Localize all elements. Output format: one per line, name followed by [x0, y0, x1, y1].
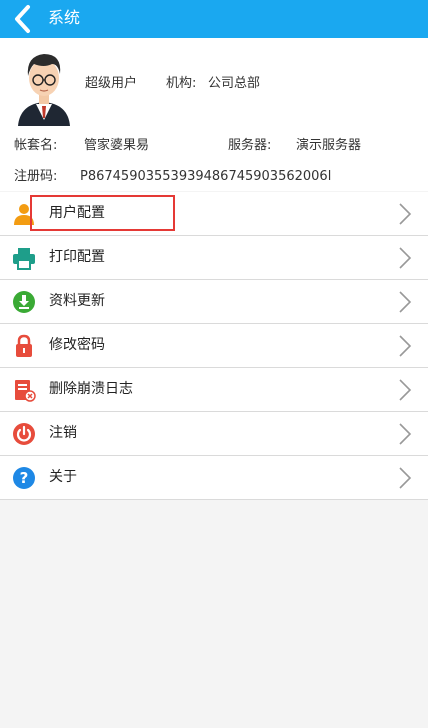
chevron-right-icon	[399, 379, 412, 401]
menu-item-print-config[interactable]: 打印配置	[0, 236, 428, 280]
menu-item-label: 关于	[49, 469, 77, 485]
highlight-box	[30, 195, 175, 231]
org-label: 机构:	[166, 76, 197, 91]
profile-card: 超级用户 机构: 公司总部 帐套名: 管家婆果易 服务器: 演示服务器 注册码:…	[0, 38, 428, 191]
menu-item-label: 资料更新	[49, 293, 105, 309]
menu-item-label: 注销	[49, 425, 77, 441]
chevron-right-icon	[399, 467, 412, 489]
menu-item-data-update[interactable]: 资料更新	[0, 280, 428, 324]
page-title: 系统	[48, 8, 81, 27]
menu-item-user-config[interactable]: 用户配置	[0, 192, 428, 236]
download-icon	[13, 291, 35, 313]
org-value: 公司总部	[208, 76, 261, 91]
account-label: 帐套名:	[14, 138, 58, 153]
printer-icon	[13, 248, 35, 270]
chevron-right-icon	[399, 423, 412, 445]
menu-item-delete-crash-log[interactable]: 删除崩溃日志	[0, 368, 428, 412]
menu-item-logout[interactable]: 注销	[0, 412, 428, 456]
delete-log-icon	[15, 380, 36, 402]
menu-item-label: 删除崩溃日志	[49, 381, 133, 397]
power-icon	[13, 423, 35, 445]
chevron-right-icon	[399, 291, 412, 313]
user-role: 超级用户	[85, 76, 138, 91]
server-value: 演示服务器	[296, 138, 362, 153]
menu-item-label: 打印配置	[49, 249, 105, 265]
chevron-right-icon	[399, 203, 412, 225]
lock-icon	[16, 334, 32, 357]
menu-item-change-password[interactable]: 修改密码	[0, 324, 428, 368]
reg-label: 注册码:	[14, 169, 58, 184]
avatar	[18, 54, 70, 126]
menu-item-about[interactable]: ? 关于	[0, 456, 428, 500]
back-arrow-icon[interactable]	[8, 4, 38, 34]
account-value: 管家婆果易	[84, 138, 150, 153]
help-icon: ?	[13, 467, 35, 489]
server-label: 服务器:	[228, 138, 272, 153]
reg-value: P86745903553939486745903562006l	[80, 169, 332, 184]
top-app-bar: 系统	[0, 0, 428, 38]
chevron-right-icon	[399, 335, 412, 357]
svg-text:?: ?	[20, 469, 29, 487]
chevron-right-icon	[399, 247, 412, 269]
menu-item-label: 修改密码	[49, 337, 105, 353]
settings-menu: 用户配置 打印配置 资料更新 修改密码 删除崩溃日志 注销 ? 关于	[0, 192, 428, 500]
